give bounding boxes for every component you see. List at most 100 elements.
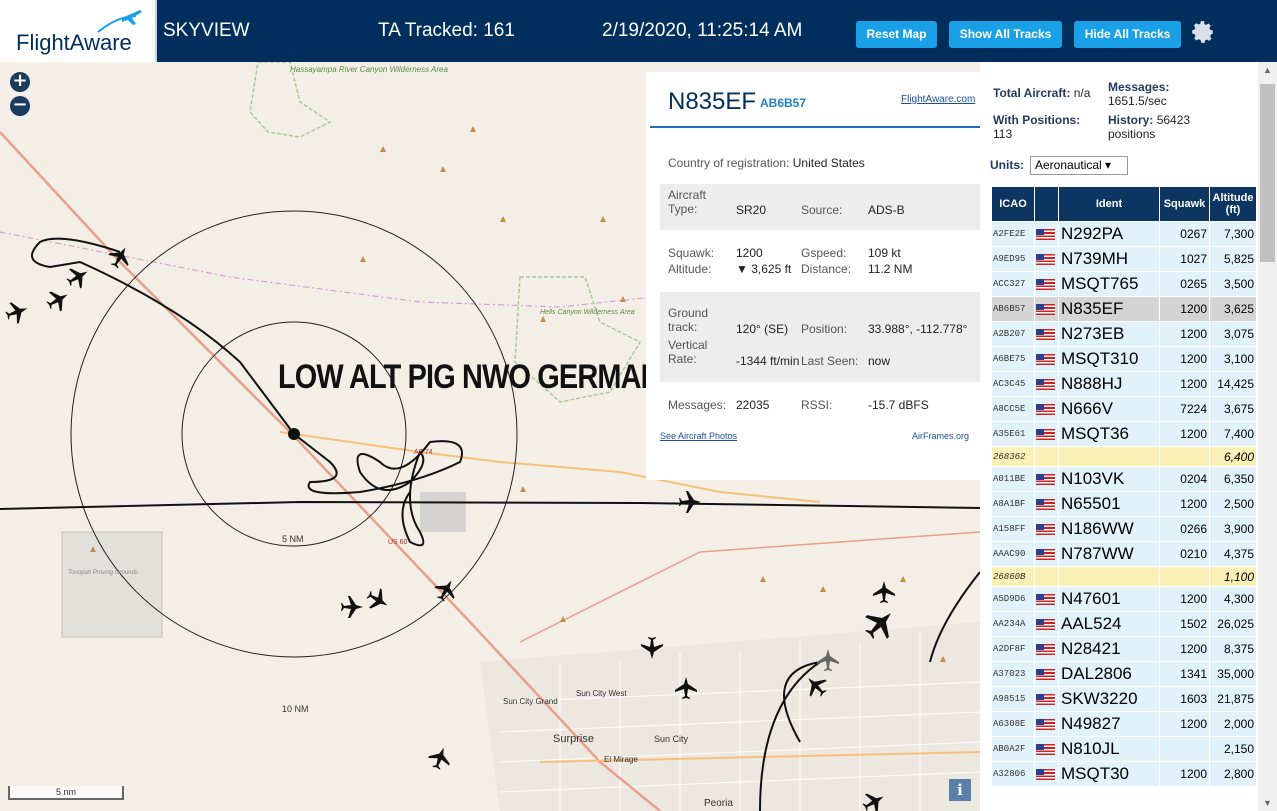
table-row[interactable]: A8A1BF N65501 1200 2,500	[991, 491, 1257, 517]
row-altitude: 2,000	[1209, 711, 1257, 737]
table-row[interactable]: A158FF N186WW 0266 3,900	[991, 516, 1257, 542]
table-row[interactable]: A98515 SKW3220 1603 21,875	[991, 686, 1257, 712]
row-icao: A32806	[991, 761, 1035, 787]
row-flag	[1034, 271, 1059, 297]
table-row[interactable]: AB6B57 N835EF 1200 3,625	[991, 296, 1257, 322]
table-row[interactable]: A2DF8F N28421 1200 8,375	[991, 636, 1257, 662]
row-ident: N49827	[1058, 711, 1160, 737]
col-altitude[interactable]: Altitude (ft)	[1209, 186, 1257, 222]
squawk-label: Squawk:	[668, 246, 715, 260]
table-row[interactable]: AA234A AAL524 1502 26,025	[991, 611, 1257, 637]
table-row[interactable]: AC3C45 N888HJ 1200 14,425	[991, 371, 1257, 397]
row-squawk: 7224	[1159, 396, 1210, 422]
row-ident: N666V	[1058, 396, 1160, 422]
scroll-down-arrow-icon[interactable]: ▼	[1258, 795, 1277, 811]
row-icao: A158FF	[991, 516, 1035, 542]
zoom-in-button[interactable]: +	[10, 72, 30, 92]
us-flag-icon	[1036, 404, 1055, 416]
row-icao: A011BE	[991, 466, 1035, 492]
row-altitude: 14,425	[1209, 371, 1257, 397]
datetime: 2/19/2020, 11:25:14 AM	[602, 20, 803, 41]
us-flag-icon	[1036, 769, 1055, 781]
hide-all-tracks-button[interactable]: Hide All Tracks	[1074, 21, 1181, 48]
aircraft-photos-link[interactable]: See Aircraft Photos	[660, 431, 737, 441]
table-row[interactable]: A8CC5E N666V 7224 3,675	[991, 396, 1257, 422]
show-all-tracks-button[interactable]: Show All Tracks	[949, 21, 1062, 48]
row-altitude: 3,500	[1209, 271, 1257, 297]
last-seen-value: now	[868, 354, 891, 368]
aircraft-info-panel: N835EF AB6B57 FlightAware.com Country of…	[646, 72, 980, 480]
units-select[interactable]: Aeronautical ▾	[1030, 156, 1128, 175]
flightaware-link[interactable]: FlightAware.com	[901, 94, 975, 105]
place-label-sun-city: Sun City	[654, 734, 689, 744]
row-altitude: 7,300	[1209, 221, 1257, 247]
row-squawk: 0265	[1159, 271, 1210, 297]
road-label-az74: AZ 74	[414, 449, 433, 456]
us-flag-icon	[1036, 619, 1055, 631]
positions-value: 113	[993, 127, 1013, 141]
row-squawk: 1027	[1159, 246, 1210, 272]
row-icao: A8A1BF	[991, 491, 1035, 517]
table-row[interactable]: A6BE75 MSQT310 1200 3,100	[991, 346, 1257, 372]
row-altitude: 6,350	[1209, 466, 1257, 492]
table-row[interactable]: A32806 MSQT30 1200 2,800	[991, 761, 1257, 787]
row-altitude: 1,100	[1209, 566, 1257, 587]
row-squawk: 0204	[1159, 466, 1210, 492]
row-flag	[1034, 611, 1059, 637]
table-row[interactable]: A2FE2E N292PA 0267 7,300	[991, 221, 1257, 247]
vertical-rate-label: Vertical Rate:	[668, 338, 708, 366]
table-row[interactable]: A5D9D6 N47601 1200 4,300	[991, 586, 1257, 612]
row-flag	[1034, 221, 1059, 247]
row-icao: A2FE2E	[991, 221, 1035, 247]
col-icao[interactable]: ICAO	[991, 186, 1035, 222]
distance-value: 11.2 NM	[868, 262, 913, 276]
source-value: ADS-B	[868, 203, 905, 217]
row-flag	[1034, 246, 1059, 272]
zoom-out-button[interactable]: −	[10, 96, 30, 116]
row-ident: N273EB	[1058, 321, 1160, 347]
table-row[interactable]: A2B207 N273EB 1200 3,075	[991, 321, 1257, 347]
place-label-proving-grounds: Tonopah Proving Grounds	[68, 570, 138, 576]
table-row[interactable]: ACC327 MSQT765 0265 3,500	[991, 271, 1257, 297]
gear-icon[interactable]	[1190, 19, 1216, 45]
us-flag-icon	[1036, 474, 1055, 486]
table-row[interactable]: 26860B 1,100	[991, 566, 1257, 587]
row-ident: N888HJ	[1058, 371, 1160, 397]
airframes-link[interactable]: AirFrames.org	[912, 431, 969, 441]
flightaware-logo[interactable]: FlightAware	[0, 0, 157, 62]
squawk-value: 1200	[736, 246, 763, 260]
scroll-up-arrow-icon[interactable]: ▲	[1258, 62, 1277, 78]
table-row[interactable]: 268362 6,400	[991, 446, 1257, 467]
sidebar-scrollbar[interactable]: ▲ ▼	[1258, 62, 1277, 811]
us-flag-icon	[1036, 694, 1055, 706]
row-ident: N787WW	[1058, 541, 1160, 567]
row-altitude: 26,025	[1209, 611, 1257, 637]
table-row[interactable]: A35E61 MSQT36 1200 7,400	[991, 421, 1257, 447]
tracked-count: TA Tracked: 161	[378, 20, 515, 41]
row-flag	[1034, 541, 1059, 567]
map-scale-bar: 5 nm	[8, 786, 124, 800]
map-overlay-text: LOW ALT PIG NWO GERMANS	[278, 358, 680, 396]
scrollbar-thumb[interactable]	[1260, 84, 1275, 262]
row-ident: N65501	[1058, 491, 1160, 517]
col-ident[interactable]: Ident	[1058, 186, 1160, 222]
table-row[interactable]: A37023 DAL2806 1341 35,000	[991, 661, 1257, 687]
info-icon[interactable]: i	[949, 779, 971, 801]
messages-label: Messages:	[668, 398, 727, 412]
table-row[interactable]: A011BE N103VK 0204 6,350	[991, 466, 1257, 492]
aircraft-icao: AB6B57	[760, 96, 807, 110]
country-label: Country of registration:	[668, 156, 790, 170]
table-row[interactable]: A9ED95 N739MH 1027 5,825	[991, 246, 1257, 272]
row-flag	[1034, 421, 1059, 447]
row-ident: MSQT36	[1058, 421, 1160, 447]
table-row[interactable]: AB0A2F N810JL 2,150	[991, 736, 1257, 762]
road-label-us60: US 60	[388, 539, 408, 546]
table-row[interactable]: A6308E N49827 1200 2,000	[991, 711, 1257, 737]
reset-map-button[interactable]: Reset Map	[856, 21, 937, 48]
gspeed-label: Gspeed:	[801, 246, 847, 260]
col-flag[interactable]	[1034, 186, 1059, 222]
col-squawk[interactable]: Squawk	[1159, 186, 1210, 222]
position-label: Position:	[801, 322, 848, 336]
row-squawk: 1200	[1159, 761, 1210, 787]
table-row[interactable]: AAAC90 N787WW 0210 4,375	[991, 541, 1257, 567]
